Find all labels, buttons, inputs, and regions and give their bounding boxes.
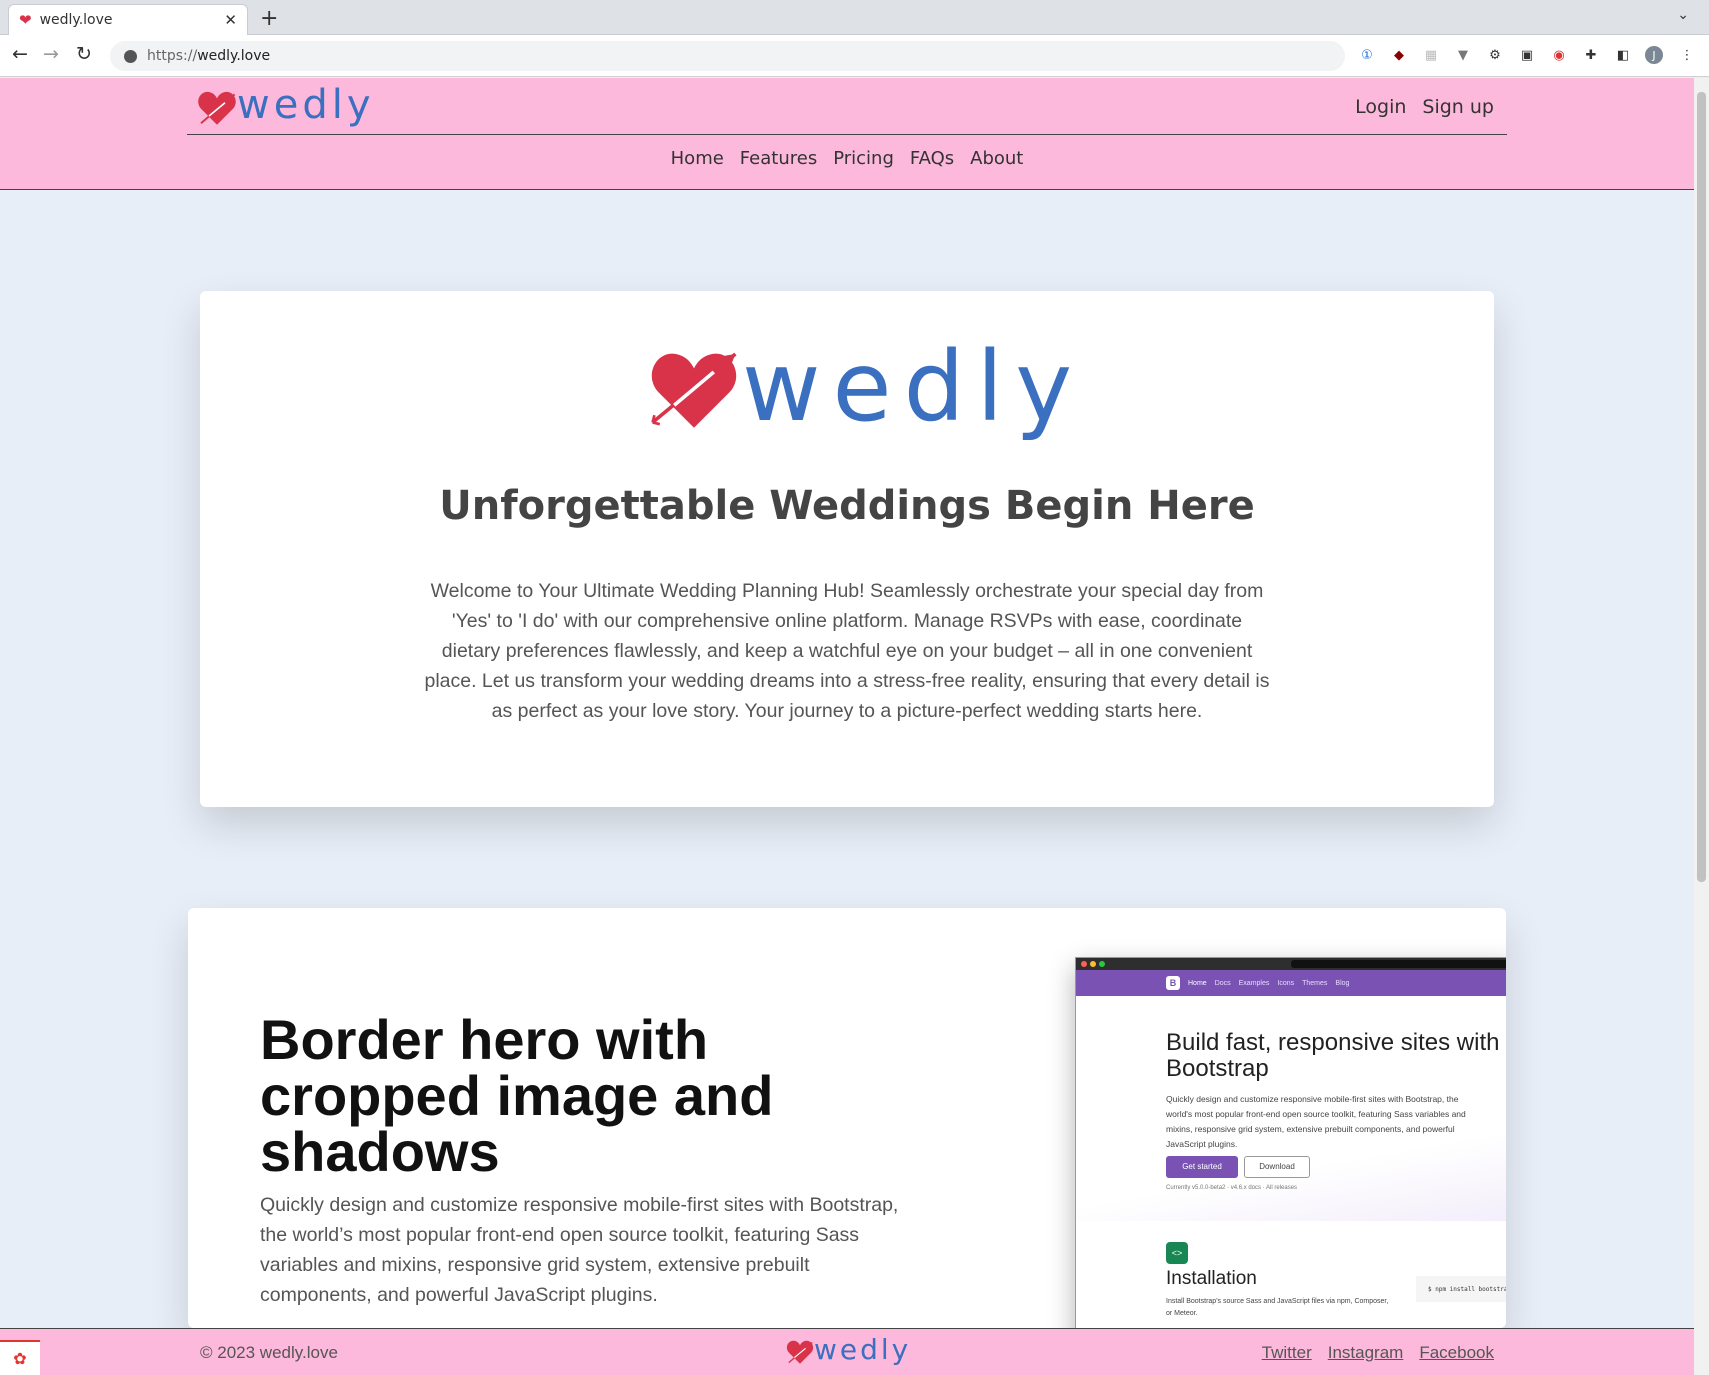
heart-arrow-icon [651, 352, 737, 428]
copyright: © 2023 wedly.love [200, 1343, 338, 1362]
screenshot-version: Currently v5.0.0-beta2 · v4.6.x docs · A… [1166, 1185, 1298, 1191]
code-icon: <> [1166, 1242, 1188, 1264]
url-scheme: https:// [147, 48, 198, 64]
instagram-link[interactable]: Instagram [1328, 1343, 1404, 1363]
screenshot-nav-examples: Examples [1238, 979, 1270, 987]
heart-favicon-icon: ❤ [19, 11, 32, 29]
hero-logo-text: wedly [742, 331, 1084, 443]
ublock-icon[interactable]: ◆ [1390, 46, 1408, 64]
signup-link[interactable]: Sign up [1422, 96, 1494, 118]
hero-card: wedly Unforgettable Weddings Begin Here … [200, 291, 1494, 807]
nav-faqs[interactable]: FAQs [910, 148, 954, 169]
window-min-dot [1090, 961, 1096, 967]
kebab-menu-icon[interactable]: ⋮ [1678, 46, 1696, 64]
nav-pricing[interactable]: Pricing [833, 148, 894, 169]
screenshot-nav-themes: Themes [1302, 979, 1328, 987]
feature-description: Quickly design and customize responsive … [260, 1194, 899, 1306]
screenshot-nav-home: Home [1188, 979, 1207, 987]
reload-icon[interactable]: ↻ [76, 43, 92, 65]
forward-icon[interactable]: → [43, 43, 59, 65]
footer-logo[interactable]: wedly [786, 1333, 911, 1366]
screenshot-get-started-button: Get started [1166, 1156, 1238, 1178]
screenshot-code-snippet: $ npm install bootstrap [1416, 1276, 1506, 1302]
nav-about[interactable]: About [970, 148, 1023, 169]
tab-title: wedly.love [39, 12, 113, 28]
social-links: Twitter Instagram Facebook [1262, 1343, 1494, 1363]
back-icon[interactable]: ← [12, 43, 28, 65]
main-nav: Home Features Pricing FAQs About [0, 148, 1694, 169]
password-manager-icon[interactable]: ① [1358, 46, 1376, 64]
hero-description: Welcome to Your Ultimate Wedding Plannin… [424, 580, 1270, 722]
browser-tabbar: ❤ wedly.love ✕ + ⌄ [0, 0, 1709, 35]
screenshot-window-bar [1076, 958, 1506, 970]
chevron-down-icon[interactable]: ⌄ [1677, 7, 1689, 23]
bootstrap-screenshot: B Home Docs Examples Icons Themes Blog B… [1075, 957, 1506, 1328]
screenshot-lead: Quickly design and customize responsive … [1166, 1094, 1466, 1149]
screenshot-nav-docs: Docs [1214, 979, 1231, 987]
url-host: wedly.love [197, 48, 271, 64]
nav-features[interactable]: Features [740, 148, 817, 169]
feature-card: Border hero with cropped image and shado… [188, 908, 1506, 1328]
puzzle-icon[interactable]: ✚ [1582, 46, 1600, 64]
header-divider [187, 134, 1507, 135]
feature-title: Border hero with cropped image and shado… [260, 1008, 774, 1183]
heart-arrow-icon [786, 1340, 814, 1364]
vue-devtools-icon[interactable]: ▼ [1454, 46, 1472, 64]
screenshot-install-text: Install Bootstrap's source Sass and Java… [1166, 1298, 1389, 1317]
profile-avatar[interactable]: J [1645, 46, 1663, 64]
screenshot-nav-blog: Blog [1335, 979, 1350, 987]
scrollbar-thumb[interactable] [1697, 92, 1706, 882]
gear-extension-icon[interactable]: ⚙ [1486, 46, 1504, 64]
login-link[interactable]: Login [1355, 96, 1406, 118]
auth-links: Login Sign up [1355, 96, 1494, 118]
window-max-dot [1099, 961, 1105, 967]
site-header: wedly Login Sign up Home Features Pricin… [0, 78, 1694, 190]
hero-title: Unforgettable Weddings Begin Here [439, 483, 1255, 529]
bootstrap-logo-icon: B [1166, 976, 1180, 990]
heart-arrow-icon [198, 91, 236, 125]
browser-tab[interactable]: ❤ wedly.love ✕ [8, 4, 248, 35]
site-info-icon[interactable] [124, 49, 137, 63]
screenshot-nav-icons: Icons [1277, 979, 1295, 987]
header-logo[interactable]: wedly [197, 82, 375, 128]
laravel-debug-icon[interactable]: ✿ [0, 1340, 40, 1375]
close-icon[interactable]: ✕ [224, 11, 237, 29]
hero-logo: wedly [646, 339, 1084, 435]
twitter-link[interactable]: Twitter [1262, 1343, 1312, 1363]
window-close-dot [1081, 961, 1087, 967]
nav-home[interactable]: Home [671, 148, 724, 169]
record-icon[interactable]: ◉ [1550, 46, 1568, 64]
address-bar[interactable]: https://wedly.love [110, 41, 1345, 71]
extension-box-icon[interactable]: ▣ [1518, 46, 1536, 64]
sidepanel-icon[interactable]: ◧ [1614, 46, 1632, 64]
screenshot-url-bar [1291, 960, 1506, 968]
site-footer: © 2023 wedly.love wedly Twitter Instagra… [0, 1328, 1694, 1375]
browser-toolbar: ← → ↻ https://wedly.love ① ◆ ▦ ▼ ⚙ ▣ ◉ ✚… [0, 35, 1709, 77]
facebook-link[interactable]: Facebook [1419, 1343, 1494, 1363]
screenshot-download-button: Download [1244, 1156, 1310, 1178]
screenshot-install-title: Installation [1166, 1268, 1257, 1289]
footer-logo-text: wedly [814, 1333, 912, 1366]
logo-text: wedly [237, 82, 375, 128]
extension-grid-icon[interactable]: ▦ [1422, 46, 1440, 64]
new-tab-icon[interactable]: + [260, 6, 278, 31]
screenshot-navbar: B Home Docs Examples Icons Themes Blog [1076, 970, 1506, 996]
screenshot-headline: Build fast, responsive sites with Bootst… [1166, 1029, 1500, 1082]
